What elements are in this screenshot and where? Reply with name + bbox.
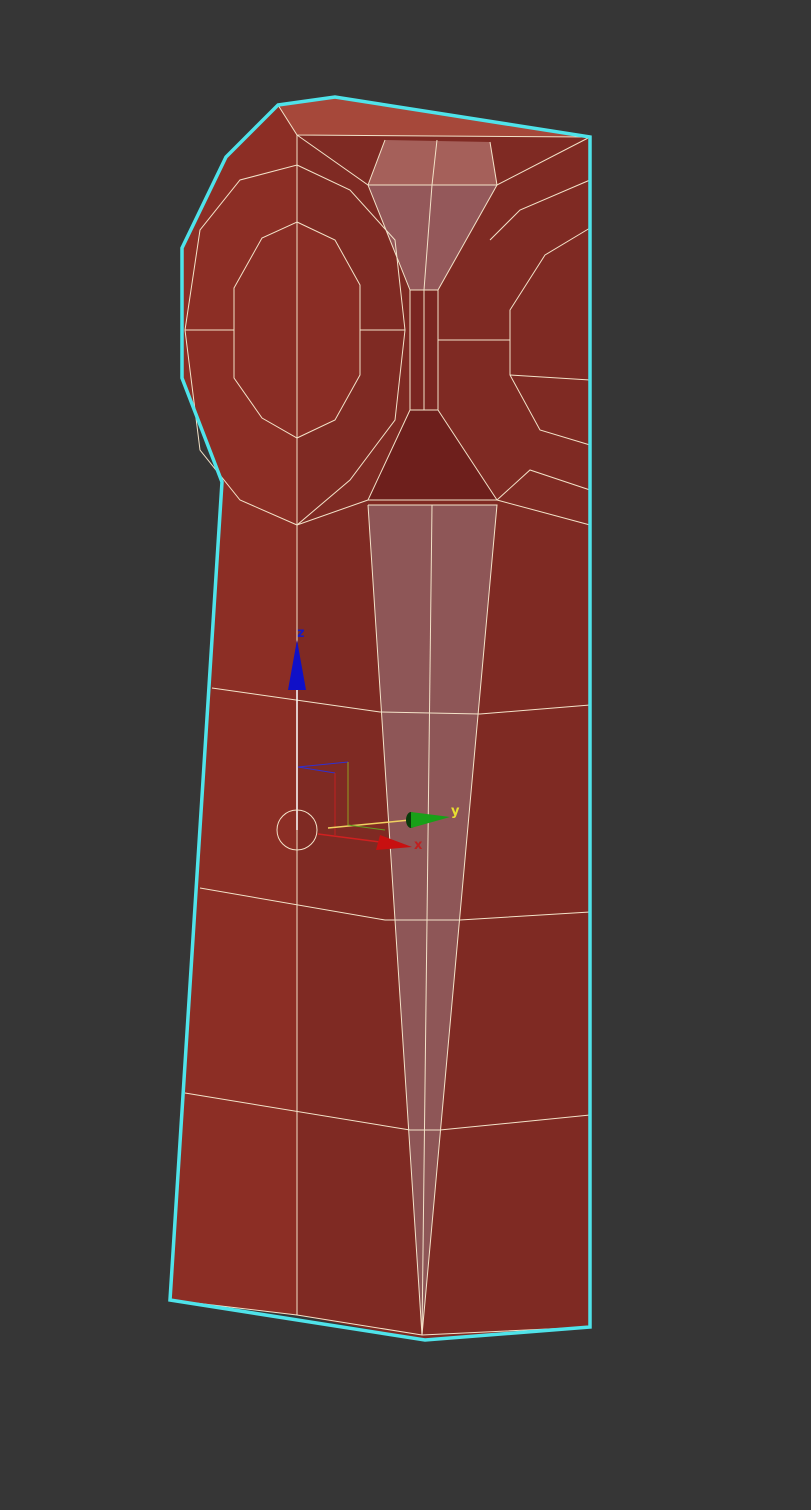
z-axis-label: z — [297, 626, 305, 641]
selected-mesh[interactable] — [168, 95, 592, 1342]
x-axis-label: x — [414, 838, 423, 853]
3d-viewport[interactable]: z y x — [0, 0, 811, 1510]
y-axis-label: y — [451, 804, 460, 819]
